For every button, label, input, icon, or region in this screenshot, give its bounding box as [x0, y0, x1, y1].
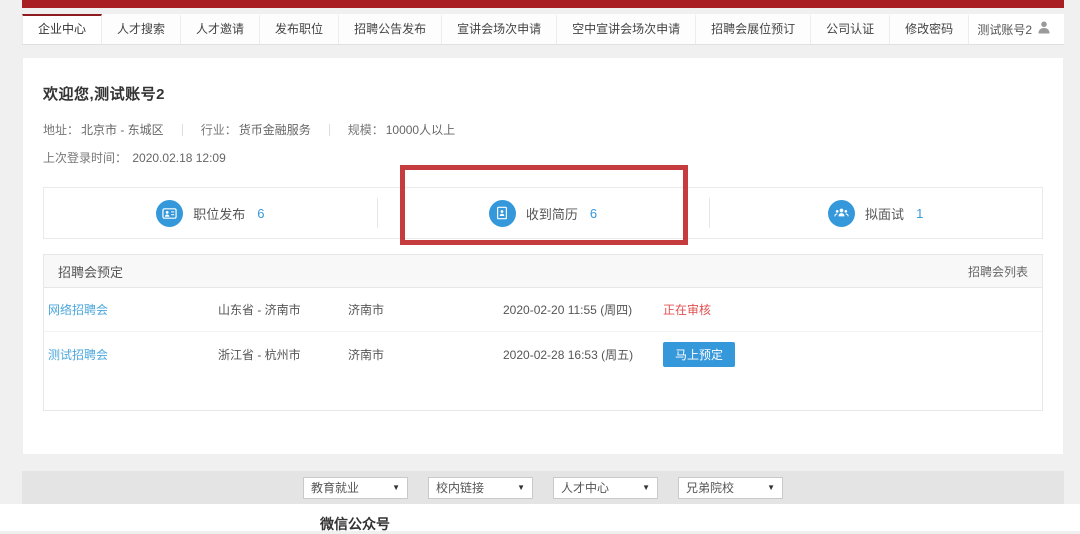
- meta-address: 地址： 北京市 - 东城区: [43, 121, 164, 138]
- main-navigation: 企业中心 人才搜索 人才邀请 发布职位 招聘公告发布 宣讲会场次申请 空中宣讲会…: [22, 14, 1064, 45]
- tab-online-presentation-session[interactable]: 空中宣讲会场次申请: [557, 14, 696, 44]
- status-badge: 正在审核: [663, 303, 711, 317]
- jobfair-time: 2020-02-28 16:53 (周五): [503, 346, 663, 363]
- tab-post-job[interactable]: 发布职位: [260, 14, 339, 44]
- jobfair-city: 济南市: [348, 301, 503, 318]
- divider: [182, 124, 183, 136]
- stats-strip: 职位发布 6 收到简历 6 拟面试 1: [43, 187, 1043, 239]
- last-login: 上次登录时间： 2020.02.18 12:09: [43, 149, 1043, 166]
- footer-bottom-strip: [0, 504, 1080, 531]
- tab-talent-search[interactable]: 人才搜索: [102, 14, 181, 44]
- jobfair-location: 浙江省 - 杭州市: [218, 346, 348, 363]
- jobfair-name-link[interactable]: 网络招聘会: [48, 301, 218, 318]
- stat-count: 6: [257, 206, 264, 221]
- group-icon: [828, 200, 855, 227]
- stat-label: 拟面试: [865, 204, 904, 223]
- wechat-official-account-label: 微信公众号: [320, 514, 390, 534]
- divider: [329, 124, 330, 136]
- footer-links-bar: 教育就业 ▼ 校内链接 ▼ 人才中心 ▼ 兄弟院校 ▼: [22, 471, 1064, 504]
- booking-header: 招聘会预定 招聘会列表: [43, 254, 1043, 288]
- idcard-icon: [156, 200, 183, 227]
- jobfair-city: 济南市: [348, 346, 503, 363]
- chevron-down-icon: ▼: [642, 483, 650, 492]
- booking-table: 网络招聘会 山东省 - 济南市 济南市 2020-02-20 11:55 (周四…: [43, 288, 1043, 411]
- dropdown-sister-schools[interactable]: 兄弟院校 ▼: [678, 477, 783, 499]
- chevron-down-icon: ▼: [392, 483, 400, 492]
- welcome-title: 欢迎您,测试账号2: [43, 58, 1043, 104]
- dashboard-card: 欢迎您,测试账号2 地址： 北京市 - 东城区 行业： 货币金融服务 规模： 1…: [22, 57, 1064, 455]
- booking-title: 招聘会预定: [58, 262, 123, 281]
- tab-presentation-session[interactable]: 宣讲会场次申请: [442, 14, 557, 44]
- company-meta: 地址： 北京市 - 东城区 行业： 货币金融服务 规模： 10000人以上: [43, 121, 1043, 138]
- user-icon: [1038, 21, 1050, 37]
- dropdown-campus-links[interactable]: 校内链接 ▼: [428, 477, 533, 499]
- stat-count: 1: [916, 206, 923, 221]
- dropdown-education-employment[interactable]: 教育就业 ▼: [303, 477, 408, 499]
- stat-resumes-received[interactable]: 收到简历 6: [377, 188, 710, 238]
- resume-icon: [489, 200, 516, 227]
- book-now-button[interactable]: 马上预定: [663, 342, 735, 367]
- top-brand-bar: [22, 0, 1064, 8]
- chevron-down-icon: ▼: [767, 483, 775, 492]
- account-name: 测试账号2: [977, 21, 1032, 38]
- stat-planned-interviews[interactable]: 拟面试 1: [709, 188, 1042, 238]
- meta-industry: 行业： 货币金融服务: [201, 121, 311, 138]
- tab-talent-invite[interactable]: 人才邀请: [181, 14, 260, 44]
- jobfair-time: 2020-02-20 11:55 (周四): [503, 301, 663, 318]
- meta-scale: 规模： 10000人以上: [348, 121, 455, 138]
- tab-change-password[interactable]: 修改密码: [890, 14, 969, 44]
- chevron-down-icon: ▼: [517, 483, 525, 492]
- jobfair-name-link[interactable]: 测试招聘会: [48, 346, 218, 363]
- stat-label: 收到简历: [526, 204, 578, 223]
- tab-company-certification[interactable]: 公司认证: [811, 14, 890, 44]
- table-row: 网络招聘会 山东省 - 济南市 济南市 2020-02-20 11:55 (周四…: [44, 288, 1042, 332]
- tab-recruit-announcement[interactable]: 招聘公告发布: [339, 14, 442, 44]
- account-menu[interactable]: 测试账号2: [977, 14, 1064, 44]
- stat-count: 6: [590, 206, 597, 221]
- stat-jobs-posted[interactable]: 职位发布 6: [44, 188, 377, 238]
- stat-label: 职位发布: [193, 204, 245, 223]
- table-row: 测试招聘会 浙江省 - 杭州市 济南市 2020-02-28 16:53 (周五…: [44, 332, 1042, 376]
- jobfair-booking-panel: 招聘会预定 招聘会列表 网络招聘会 山东省 - 济南市 济南市 2020-02-…: [43, 254, 1043, 411]
- tab-jobfair-booth[interactable]: 招聘会展位预订: [696, 14, 811, 44]
- dropdown-talent-center[interactable]: 人才中心 ▼: [553, 477, 658, 499]
- tab-enterprise-center[interactable]: 企业中心: [22, 14, 102, 44]
- jobfair-list-link[interactable]: 招聘会列表: [968, 263, 1028, 280]
- jobfair-location: 山东省 - 济南市: [218, 301, 348, 318]
